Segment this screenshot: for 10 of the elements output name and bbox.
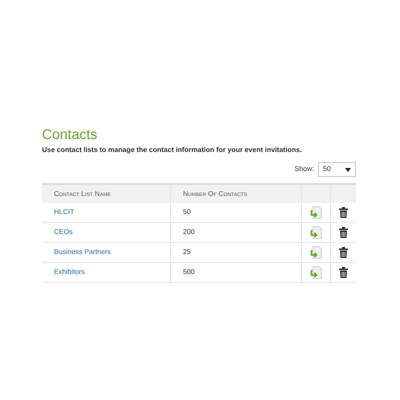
import-icon[interactable] bbox=[310, 206, 322, 219]
trash-icon[interactable] bbox=[339, 247, 348, 258]
trash-icon[interactable] bbox=[339, 227, 348, 238]
import-icon[interactable] bbox=[310, 226, 322, 239]
trash-icon[interactable] bbox=[339, 267, 348, 278]
caret-icon bbox=[345, 168, 351, 172]
trash-icon[interactable] bbox=[339, 207, 348, 218]
import-icon[interactable] bbox=[310, 266, 322, 279]
import-icon[interactable] bbox=[310, 246, 322, 259]
page-title: Contacts bbox=[42, 126, 98, 142]
